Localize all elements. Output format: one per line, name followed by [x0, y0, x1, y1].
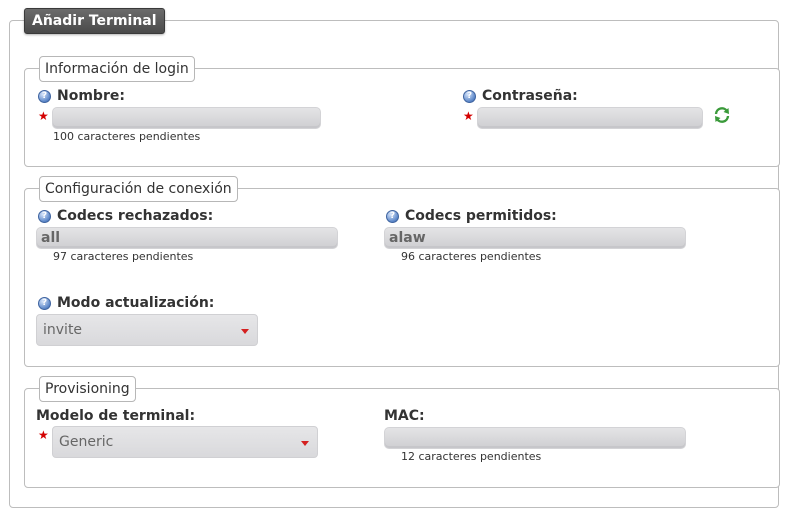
login-legend: Información de login: [39, 56, 195, 82]
codecs-rechazados-label: Codecs rechazados:: [57, 208, 214, 224]
help-icon[interactable]: ?: [386, 209, 399, 223]
modo-actualizacion-label-group: ? Modo actualización:: [38, 295, 214, 311]
contrasena-input[interactable]: [477, 107, 703, 129]
modo-actualizacion-value: invite: [43, 322, 83, 338]
chevron-down-icon: [301, 441, 309, 446]
nombre-label: Nombre:: [57, 88, 125, 104]
nombre-input[interactable]: [52, 107, 321, 129]
required-star-icon: ★: [38, 109, 49, 123]
modo-actualizacion-select[interactable]: invite: [36, 314, 258, 346]
contrasena-label-group: ? Contraseña:: [463, 88, 578, 104]
help-icon[interactable]: ?: [38, 89, 51, 103]
modelo-terminal-select[interactable]: Generic: [52, 426, 318, 458]
mac-hint: 12 caracteres pendientes: [401, 450, 542, 463]
chevron-down-icon: [241, 329, 249, 334]
help-icon[interactable]: ?: [463, 89, 476, 103]
provisioning-legend: Provisioning: [39, 376, 136, 402]
required-star-icon: ★: [463, 109, 474, 123]
refresh-icon[interactable]: [713, 107, 731, 123]
codecs-rechazados-input[interactable]: all: [36, 227, 338, 249]
modelo-terminal-value: Generic: [59, 434, 114, 450]
codecs-rechazados-label-group: ? Codecs rechazados:: [38, 208, 213, 224]
modelo-terminal-label: Modelo de terminal:: [36, 408, 196, 424]
help-icon[interactable]: ?: [38, 296, 51, 310]
contrasena-label: Contraseña:: [482, 88, 578, 104]
nombre-hint: 100 caracteres pendientes: [53, 130, 201, 143]
codecs-permitidos-input[interactable]: alaw: [384, 227, 686, 249]
conexion-legend: Configuración de conexión: [39, 176, 238, 202]
codecs-rechazados-hint: 97 caracteres pendientes: [53, 250, 194, 263]
required-star-icon: ★: [38, 428, 49, 442]
mac-label: MAC:: [384, 408, 425, 424]
page-title: Añadir Terminal: [24, 8, 165, 34]
help-icon[interactable]: ?: [38, 209, 51, 223]
codecs-permitidos-hint: 96 caracteres pendientes: [401, 250, 542, 263]
nombre-label-group: ? Nombre:: [38, 88, 125, 104]
mac-input[interactable]: [384, 427, 686, 449]
codecs-permitidos-label-group: ? Codecs permitidos:: [386, 208, 557, 224]
modo-actualizacion-label: Modo actualización:: [57, 295, 215, 311]
codecs-permitidos-label: Codecs permitidos:: [405, 208, 557, 224]
